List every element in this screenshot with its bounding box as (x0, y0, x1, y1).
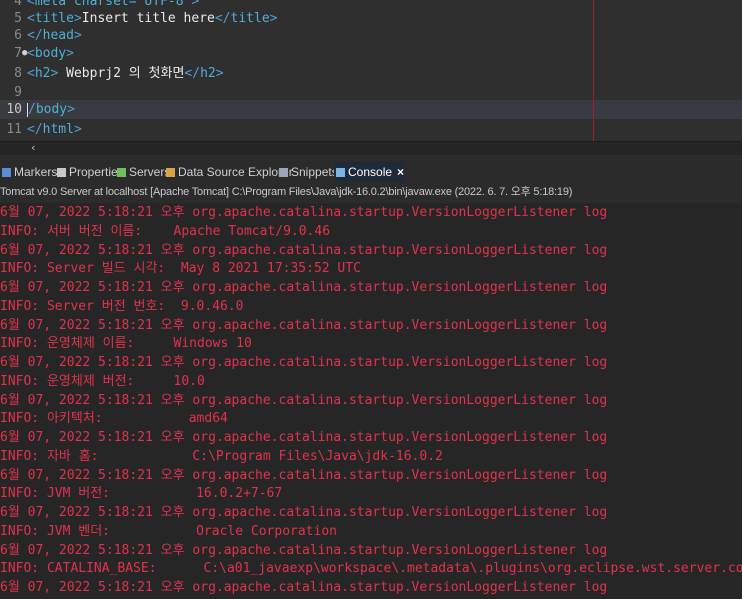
code-token: Webprj2 의 첫화면 (58, 66, 185, 81)
code-token: title (34, 11, 74, 26)
code-text: <h2> Webprj2 의 첫화면</h2> (27, 64, 224, 83)
editor-line[interactable]: 10/body> (0, 100, 742, 119)
print-margin-line (593, 0, 594, 141)
code-token: </ (27, 122, 43, 137)
console-line: 6월 07, 2022 5:18:21 오후 org.apache.catali… (0, 505, 608, 520)
line-number: 8 (14, 66, 22, 81)
console-icon (336, 168, 345, 177)
editor-horizontal-scrollbar[interactable]: ‹ (0, 141, 742, 155)
code-token: body (34, 46, 67, 61)
code-editor[interactable]: 4 <meta charset="UTF-8"> 5 <title>Insert ti… (0, 0, 742, 143)
code-token: < (27, 11, 35, 26)
scroll-left-arrow-icon[interactable]: ‹ (30, 141, 37, 154)
console-title: Tomcat v9.0 Server at localhost [Apache … (0, 186, 573, 198)
console-line: INFO: 아키텍처: amd64 (0, 411, 228, 427)
markers-icon (2, 168, 11, 177)
editor-line[interactable]: 8 <h2> Webprj2 의 첫화면</h2> (0, 64, 742, 83)
code-token: Insert title here (81, 11, 215, 26)
tab-label: Console (348, 165, 393, 179)
code-token: meta charset="UTF-8" (34, 0, 192, 9)
console-output[interactable]: 6월 07, 2022 5:18:21 오후 org.apache.catali… (0, 203, 742, 599)
console-line: INFO: JVM 벤더: Oracle Corporation (0, 523, 337, 539)
tab-markers[interactable]: Markers (0, 162, 57, 182)
code-token: </ (27, 28, 43, 43)
tab-servers[interactable]: Servers (115, 162, 170, 182)
code-token: > (73, 122, 82, 137)
tab-data-source-explorer[interactable]: Data Source Explorer (164, 162, 293, 182)
code-token: body (35, 102, 68, 117)
code-token: h2 (34, 66, 51, 81)
code-token: < (27, 66, 35, 81)
code-token: h2 (200, 66, 216, 81)
console-line: 6월 07, 2022 5:18:21 오후 org.apache.catali… (0, 317, 608, 333)
code-token: > (215, 66, 224, 81)
editor-line[interactable]: 7 ● <body> (0, 44, 742, 63)
code-token: head (42, 28, 74, 43)
line-number: 10 (6, 102, 22, 117)
code-token: > (191, 0, 200, 9)
console-line: 6월 07, 2022 5:18:21 오후 org.apache.catali… (0, 430, 608, 445)
code-text: <body> (27, 44, 74, 63)
code-text: </html> (27, 120, 82, 139)
properties-icon (57, 168, 66, 177)
line-number: 7 (14, 46, 22, 61)
editor-line[interactable]: 11 </html> (0, 120, 742, 139)
console-line: 6월 07, 2022 5:18:21 오후 org.apache.catali… (0, 242, 608, 258)
console-line: 6월 07, 2022 5:18:21 오후 org.apache.catali… (0, 280, 608, 295)
console-line: INFO: CATALINA_BASE: C:\a01_javaexp\work… (0, 561, 742, 577)
code-token: </ (184, 66, 201, 81)
console-line: 6월 07, 2022 5:18:21 오후 org.apache.catali… (0, 467, 608, 483)
code-token: </ (214, 11, 231, 26)
tab-properties[interactable]: Properties (55, 162, 124, 182)
code-token: > (67, 102, 75, 117)
console-line: INFO: 자바 홈: C:\Program Files\Java\jdk-16… (0, 448, 443, 464)
console-line: 6월 07, 2022 5:18:21 오후 org.apache.catali… (0, 205, 608, 220)
console-line: 6월 07, 2022 5:18:21 오후 org.apache.catali… (0, 392, 608, 408)
console-line: INFO: JVM 버전: 16.0.2+7-67 (0, 486, 283, 502)
console-line: 6월 07, 2022 5:18:21 오후 org.apache.catali… (0, 580, 608, 595)
console-line: INFO: Server 버전 번호: 9.0.46.0 (0, 298, 244, 314)
console-line: INFO: 운영체제 버전: 10.0 (0, 373, 205, 389)
console-line: 6월 07, 2022 5:18:21 오후 org.apache.catali… (0, 542, 608, 558)
tab-label: Snippets (291, 165, 338, 179)
close-icon[interactable]: × (397, 165, 404, 179)
code-token: < (27, 0, 35, 9)
snippets-icon (279, 168, 288, 177)
servers-icon (117, 168, 126, 177)
code-text: /body> (27, 100, 75, 119)
line-number: 6 (14, 28, 22, 43)
tab-snippets[interactable]: Snippets (277, 162, 338, 182)
database-icon (166, 168, 175, 177)
code-token: title (230, 11, 270, 26)
console-line: INFO: 서버 버전 이름: Apache Tomcat/9.0.46 (0, 223, 331, 239)
editor-line[interactable]: 6 </head> (0, 26, 742, 45)
tab-label: Data Source Explorer (178, 165, 293, 179)
code-token: > (66, 46, 74, 61)
view-tab-bar: Markers Properties Servers Data Source Expl… (0, 162, 742, 182)
code-token: > (269, 11, 278, 26)
tab-label: Markers (14, 165, 58, 179)
console-line: INFO: 운영체제 이름: Windows 10 (0, 336, 252, 352)
console-line: 6월 07, 2022 5:18:21 오후 org.apache.catali… (0, 355, 608, 370)
line-number: 11 (6, 122, 22, 137)
console-line: INFO: Server 빌드 시각: May 8 2021 17:35:52 … (0, 261, 361, 277)
code-token: > (73, 11, 82, 26)
tab-console[interactable]: Console × (334, 162, 405, 182)
code-token: / (28, 102, 36, 117)
code-text: </head> (27, 26, 82, 45)
code-token: > (73, 28, 82, 43)
code-token: < (27, 46, 35, 61)
code-token: html (42, 122, 74, 137)
